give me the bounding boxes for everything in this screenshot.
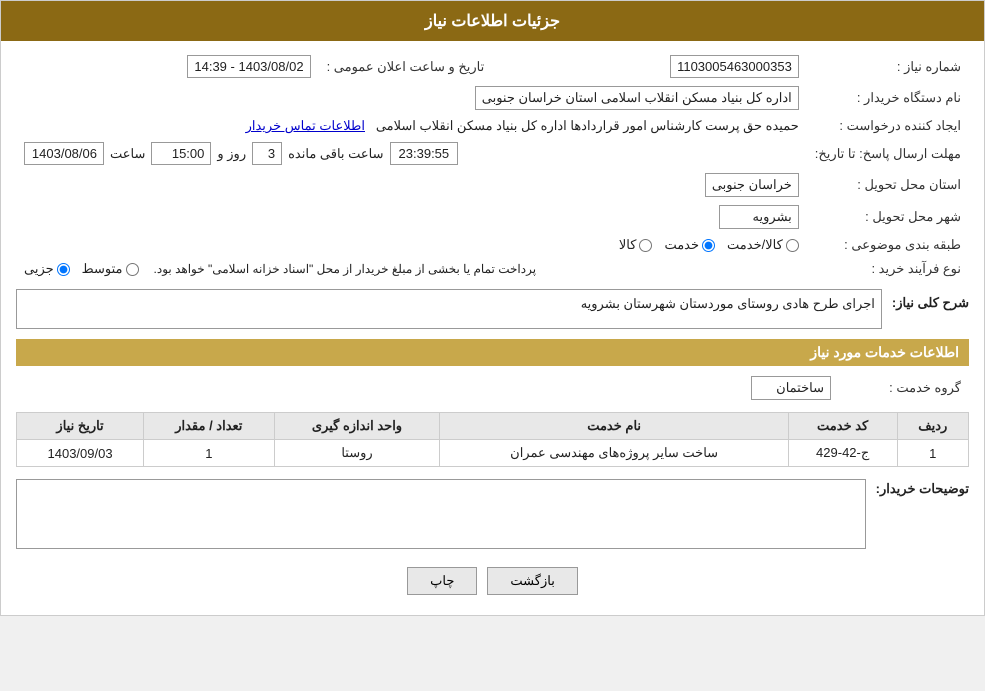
service-group-label: گروه خدمت : xyxy=(839,372,969,404)
province-label: استان محل تحویل : xyxy=(807,169,969,201)
category-kala[interactable]: کالا xyxy=(619,237,653,253)
deadline-date: 1403/08/06 xyxy=(24,142,104,165)
purchase-note: پرداخت تمام یا بخشی از مبلغ خریدار از مح… xyxy=(154,262,537,276)
buyer-org-value: اداره کل بنیاد مسکن انقلاب اسلامی استان … xyxy=(475,86,799,110)
day-label: روز و xyxy=(217,146,246,162)
need-number-label: شماره نیاز : xyxy=(807,51,969,82)
purchase-mutawaset[interactable]: متوسط xyxy=(82,261,139,277)
col-quantity: تعداد / مقدار xyxy=(144,413,274,440)
general-desc-value: اجرای طرح هادی روستای موردستان شهرستان ب… xyxy=(581,296,875,311)
print-button[interactable]: چاپ xyxy=(407,567,477,595)
col-date: تاریخ نیاز xyxy=(17,413,144,440)
buttons-row: بازگشت چاپ xyxy=(16,567,969,595)
col-service-name: نام خدمت xyxy=(440,413,788,440)
category-khidmat[interactable]: خدمت xyxy=(664,237,715,253)
city-value: بشرویه xyxy=(719,205,799,229)
time-label: ساعت xyxy=(110,146,145,162)
col-row-num: ردیف xyxy=(897,413,968,440)
service-group-value: ساختمان xyxy=(751,376,831,400)
page-title: جزئیات اطلاعات نیاز xyxy=(425,13,560,30)
back-button[interactable]: بازگشت xyxy=(487,567,577,595)
need-number-value: 1103005463000353 xyxy=(670,55,799,78)
table-row: 1ج-42-429ساخت سایر پروژه‌های مهندسی عمرا… xyxy=(17,440,969,467)
creator-link[interactable]: اطلاعات تماس خریدار xyxy=(246,118,365,133)
buyer-org-label: نام دستگاه خریدار : xyxy=(807,82,969,114)
purchase-type-label: نوع فرآیند خرید : xyxy=(807,257,969,281)
remaining-time: 23:39:55 xyxy=(390,142,459,165)
purchase-juz'i[interactable]: جزیی xyxy=(24,261,70,277)
creator-label: ایجاد کننده درخواست : xyxy=(807,114,969,138)
deadline-days: 3 xyxy=(252,142,282,165)
date-label: تاریخ و ساعت اعلان عمومی : xyxy=(319,51,493,82)
province-value: خراسان جنوبی xyxy=(705,173,799,197)
services-table: ردیف کد خدمت نام خدمت واحد اندازه گیری ت… xyxy=(16,412,969,467)
deadline-time: 15:00 xyxy=(151,142,211,165)
remaining-label: ساعت باقی مانده xyxy=(288,146,383,162)
date-value: 1403/08/02 - 14:39 xyxy=(187,55,310,78)
services-info-label: اطلاعات خدمات مورد نیاز xyxy=(16,339,969,366)
col-service-code: کد خدمت xyxy=(788,413,897,440)
creator-value: حمیده حق پرست کارشناس امور قراردادها ادا… xyxy=(376,118,799,133)
buyer-desc-textarea[interactable] xyxy=(16,479,866,549)
page-header: جزئیات اطلاعات نیاز xyxy=(1,1,984,41)
city-label: شهر محل تحویل : xyxy=(807,201,969,233)
general-desc-label: شرح کلی نیاز: xyxy=(892,295,969,311)
buyer-desc-label: توضیحات خریدار: xyxy=(876,481,969,497)
category-label: طبقه بندی موضوعی : xyxy=(807,233,969,257)
col-measurement-unit: واحد اندازه گیری xyxy=(274,413,440,440)
deadline-label: مهلت ارسال پاسخ: تا تاریخ: xyxy=(807,138,969,169)
category-kala-khidmat[interactable]: کالا/خدمت xyxy=(727,237,799,253)
